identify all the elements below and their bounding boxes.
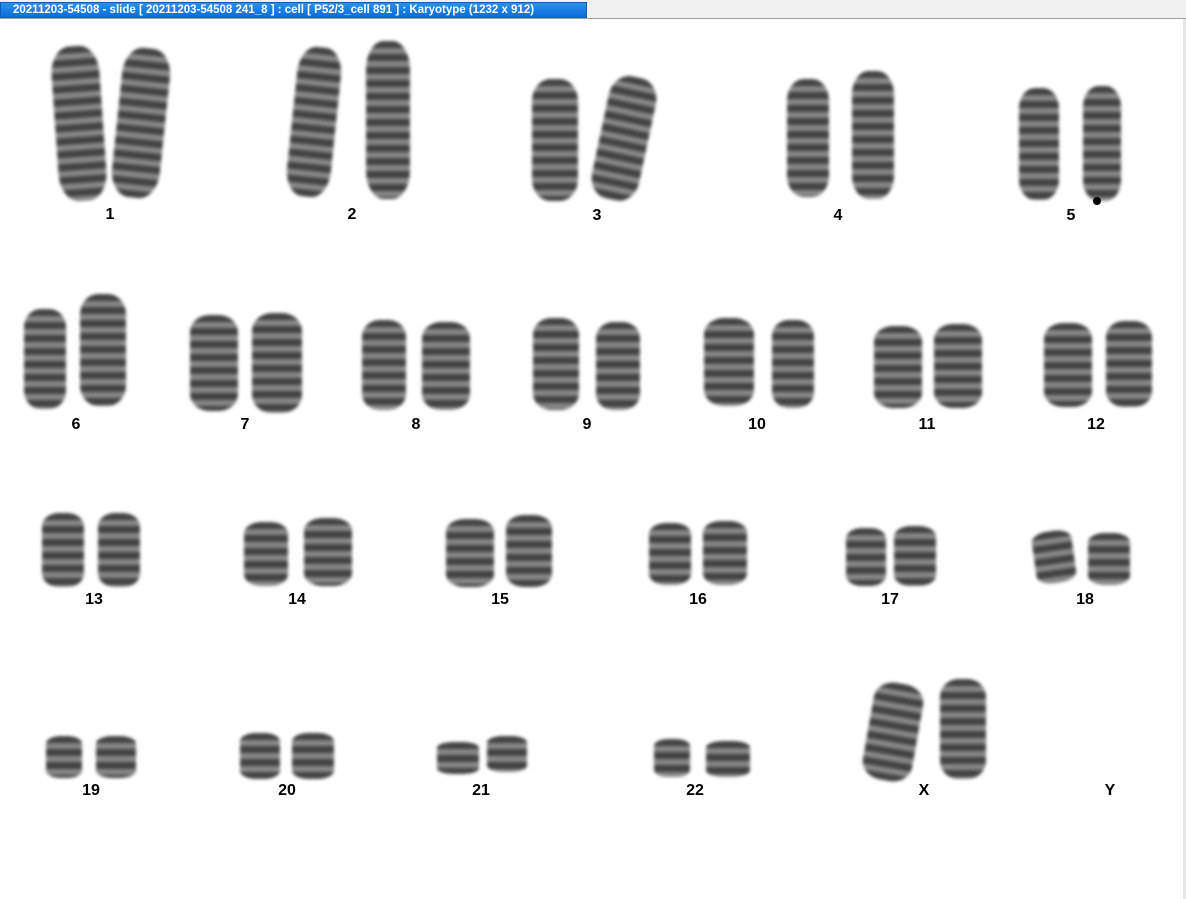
chromosome-pair-7[interactable]: 7 xyxy=(188,311,308,441)
chromosome-4a xyxy=(787,79,829,197)
chromosome-label-1: 1 xyxy=(105,206,115,223)
chromosome-19b xyxy=(96,736,136,778)
chromosome-1a xyxy=(49,44,109,203)
chromosome-label-19: 19 xyxy=(82,782,100,799)
title-bar: 20211203-54508 - slide [ 20211203-54508 … xyxy=(0,0,1186,19)
chromosome-pair-20[interactable]: 20 xyxy=(236,729,341,824)
chromosome-22a xyxy=(654,739,690,777)
chromosome-9a xyxy=(533,318,579,410)
chromosome-11a xyxy=(874,326,922,408)
chromosome-9b xyxy=(596,322,640,410)
chromosome-11b xyxy=(934,324,982,408)
chromosome-16b xyxy=(703,521,747,585)
chromosome-12b xyxy=(1106,321,1152,407)
chromosome-label-9: 9 xyxy=(582,416,592,433)
chromosome-22b xyxy=(706,741,750,777)
chromosome-pair-18[interactable]: 18 xyxy=(1030,528,1140,621)
chromosome-20a xyxy=(240,733,280,779)
chromosome-18b xyxy=(1088,533,1130,585)
chromosome-label-11: 11 xyxy=(918,416,936,433)
chromosome-16a xyxy=(649,523,691,585)
chromosome-17b xyxy=(894,526,936,586)
chromosome-7a xyxy=(190,315,238,411)
chromosome-20b xyxy=(292,733,334,779)
chromosome-label-5: 5 xyxy=(1066,207,1076,224)
chromosome-label-13: 13 xyxy=(85,591,103,608)
marker-dot xyxy=(1093,197,1101,205)
chromosome-label-10: 10 xyxy=(748,416,766,433)
chromosome-label-6: 6 xyxy=(71,416,81,433)
chromosome-6b xyxy=(80,294,126,406)
karyotype-canvas: 1 2 3 4 5 6 7 8 9 10 11 12 13 14 15 16 1… xyxy=(0,19,1183,899)
chromosome-pair-2[interactable]: 2 xyxy=(284,41,420,231)
chromosome-label-12: 12 xyxy=(1087,416,1105,433)
chromosome-5b xyxy=(1083,86,1121,201)
chromosome-6a xyxy=(24,309,66,409)
chromosome-pair-12[interactable]: 12 xyxy=(1040,321,1160,441)
chromosome-18a xyxy=(1030,528,1078,586)
chromosome-pair-21[interactable]: 21 xyxy=(435,734,535,824)
chromosome-8b xyxy=(422,322,470,410)
chromosome-label-20: 20 xyxy=(278,782,296,799)
chromosome-label-15: 15 xyxy=(491,591,509,608)
chromosome-3a xyxy=(532,79,578,201)
chromosome-21a xyxy=(437,742,479,774)
chromosome-pair-4[interactable]: 4 xyxy=(782,69,902,234)
chromosome-12a xyxy=(1044,323,1092,407)
chromosome-pair-13[interactable]: 13 xyxy=(38,511,148,621)
chromosome-19a xyxy=(46,736,82,778)
chromosome-label-Y: Y xyxy=(1104,782,1116,799)
chromosome-label-4: 4 xyxy=(833,207,843,224)
chromosome-label-X: X xyxy=(918,782,930,799)
chromosome-pair-11[interactable]: 11 xyxy=(870,322,990,442)
chromosome-15b xyxy=(506,515,552,587)
chromosome-21b xyxy=(487,736,527,772)
chromosome-pair-19[interactable]: 19 xyxy=(42,734,142,824)
chromosome-pair-9[interactable]: 9 xyxy=(530,316,645,441)
chromosome-8a xyxy=(362,320,406,410)
chromosome-pair-15[interactable]: 15 xyxy=(442,509,557,621)
chromosome-label-21: 21 xyxy=(472,782,490,799)
chromosome-pair-5[interactable]: 5 xyxy=(1015,84,1135,234)
chromosome-5a xyxy=(1019,88,1059,200)
chromosome-7b xyxy=(252,313,302,413)
chromosome-2a xyxy=(284,45,344,199)
chromosome-slot-Y[interactable]: Y xyxy=(1080,777,1140,807)
chromosome-pair-1[interactable]: 1 xyxy=(49,44,175,234)
chromosome-label-22: 22 xyxy=(686,782,704,799)
chromosome-13a xyxy=(42,513,84,587)
chromosome-label-7: 7 xyxy=(240,416,250,433)
chromosome-label-3: 3 xyxy=(592,207,602,224)
chromosome-label-14: 14 xyxy=(288,591,306,608)
window-title[interactable]: 20211203-54508 - slide [ 20211203-54508 … xyxy=(0,2,587,18)
chromosome-1b xyxy=(109,45,173,201)
chromosome-pair-10[interactable]: 10 xyxy=(700,316,820,441)
chromosome-14a xyxy=(244,522,288,586)
chromosome-13b xyxy=(98,513,140,587)
chromosome-Xa xyxy=(859,679,927,785)
chromosome-15a xyxy=(446,519,494,587)
chromosome-14b xyxy=(304,518,352,586)
chromosome-pair-22[interactable]: 22 xyxy=(650,737,755,824)
chromosome-pair-8[interactable]: 8 xyxy=(360,316,475,441)
chromosome-pair-14[interactable]: 14 xyxy=(240,516,355,621)
chromosome-10a xyxy=(704,318,754,406)
chromosome-10b xyxy=(772,320,814,408)
chromosome-pair-17[interactable]: 17 xyxy=(842,524,942,621)
chromosome-pair-16[interactable]: 16 xyxy=(645,519,750,621)
chromosome-pair-6[interactable]: 6 xyxy=(22,294,132,439)
chromosome-2b xyxy=(366,41,410,199)
chromosome-Xb xyxy=(940,679,986,779)
chromosome-label-17: 17 xyxy=(881,591,899,608)
chromosome-pair-3[interactable]: 3 xyxy=(530,72,661,234)
chromosome-label-8: 8 xyxy=(411,416,421,433)
chromosome-3b xyxy=(587,72,661,205)
chromosome-pair-X[interactable]: X xyxy=(859,677,992,807)
chromosome-label-18: 18 xyxy=(1076,591,1094,608)
chromosome-label-16: 16 xyxy=(689,591,707,608)
chromosome-17a xyxy=(846,528,886,586)
chromosome-4b xyxy=(852,71,894,199)
chromosome-label-2: 2 xyxy=(347,206,357,223)
